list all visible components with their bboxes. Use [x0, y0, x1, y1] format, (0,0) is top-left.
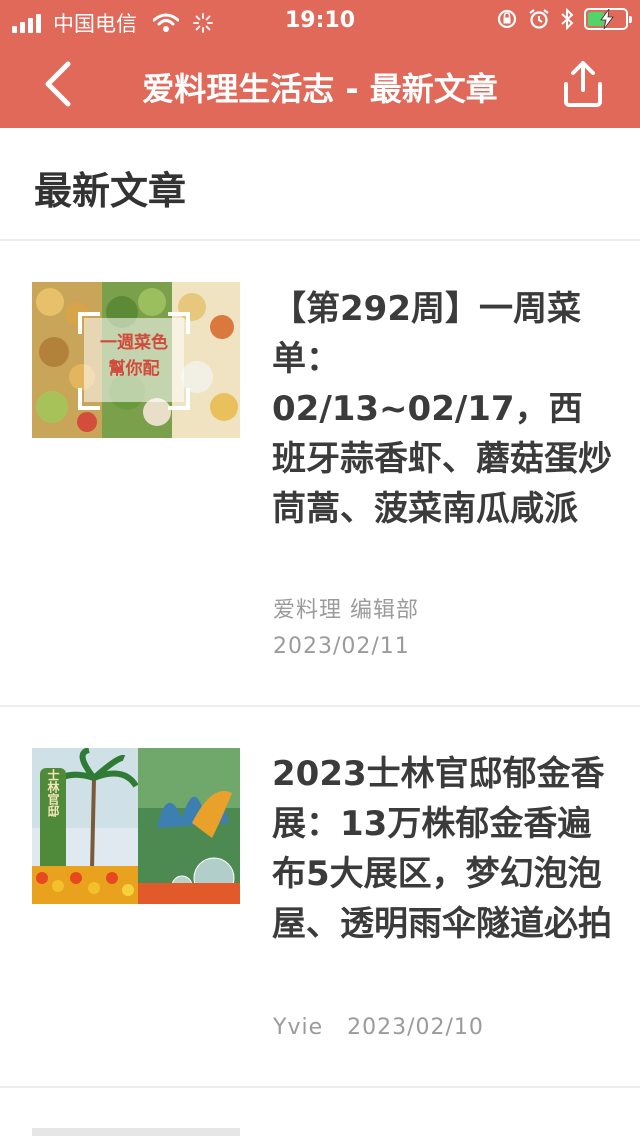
article-card[interactable]: 一週菜色 幫你配 【第292周】一周菜单：02/13~02/17，西班牙蒜香虾、…: [0, 243, 640, 707]
section-title: 最新文章: [34, 169, 187, 213]
article-thumbnail-partial[interactable]: [32, 1128, 240, 1136]
thumb-overlay-text-2: 幫你配: [109, 358, 160, 379]
article-date: 2023/02/11: [273, 634, 410, 659]
status-bar: 中国电信 19:10: [0, 0, 640, 40]
article-meta: 爱料理 编辑部 2023/02/11: [273, 593, 419, 665]
article-title[interactable]: 【第292周】一周菜单：02/13~02/17，西班牙蒜香虾、蘑菇蛋炒茼蒿、菠菜…: [272, 284, 612, 534]
article-thumbnail[interactable]: 一週菜色 幫你配: [32, 282, 240, 438]
top-bar: 中国电信 19:10 爱料理生活志 - 最新文章: [0, 0, 640, 128]
article-date: 2023/02/10: [347, 1015, 484, 1040]
article-meta: Yvie 2023/02/10: [273, 1010, 484, 1046]
page-title: 爱料理生活志 - 最新文章: [142, 70, 498, 108]
battery-icon: [584, 8, 632, 30]
article-author: 爱料理 编辑部: [273, 598, 419, 623]
article-card[interactable]: 士林官邸 2023士林官邸郁金香展：13万株郁金香遍布5大展区，梦幻泡泡屋、透明…: [0, 708, 640, 1088]
share-button[interactable]: [558, 58, 608, 110]
share-icon: [564, 61, 602, 107]
food-collage-image: 一週菜色 幫你配: [32, 282, 240, 438]
article-author: Yvie: [273, 1015, 324, 1040]
tulip-exhibition-image: 士林官邸: [32, 748, 240, 904]
orientation-lock-icon: [497, 9, 517, 29]
bluetooth-icon: [561, 8, 574, 30]
alarm-icon: [529, 9, 549, 29]
navigation-bar: 爱料理生活志 - 最新文章: [0, 40, 640, 128]
thumb-sign-text: 士林官邸: [46, 768, 60, 818]
section-header: 最新文章: [0, 128, 640, 241]
thumb-overlay-text-1: 一週菜色: [100, 332, 168, 353]
article-title[interactable]: 2023士林官邸郁金香展：13万株郁金香遍布5大展区，梦幻泡泡屋、透明雨伞隧道必…: [272, 749, 612, 949]
article-thumbnail[interactable]: 士林官邸: [32, 748, 240, 904]
